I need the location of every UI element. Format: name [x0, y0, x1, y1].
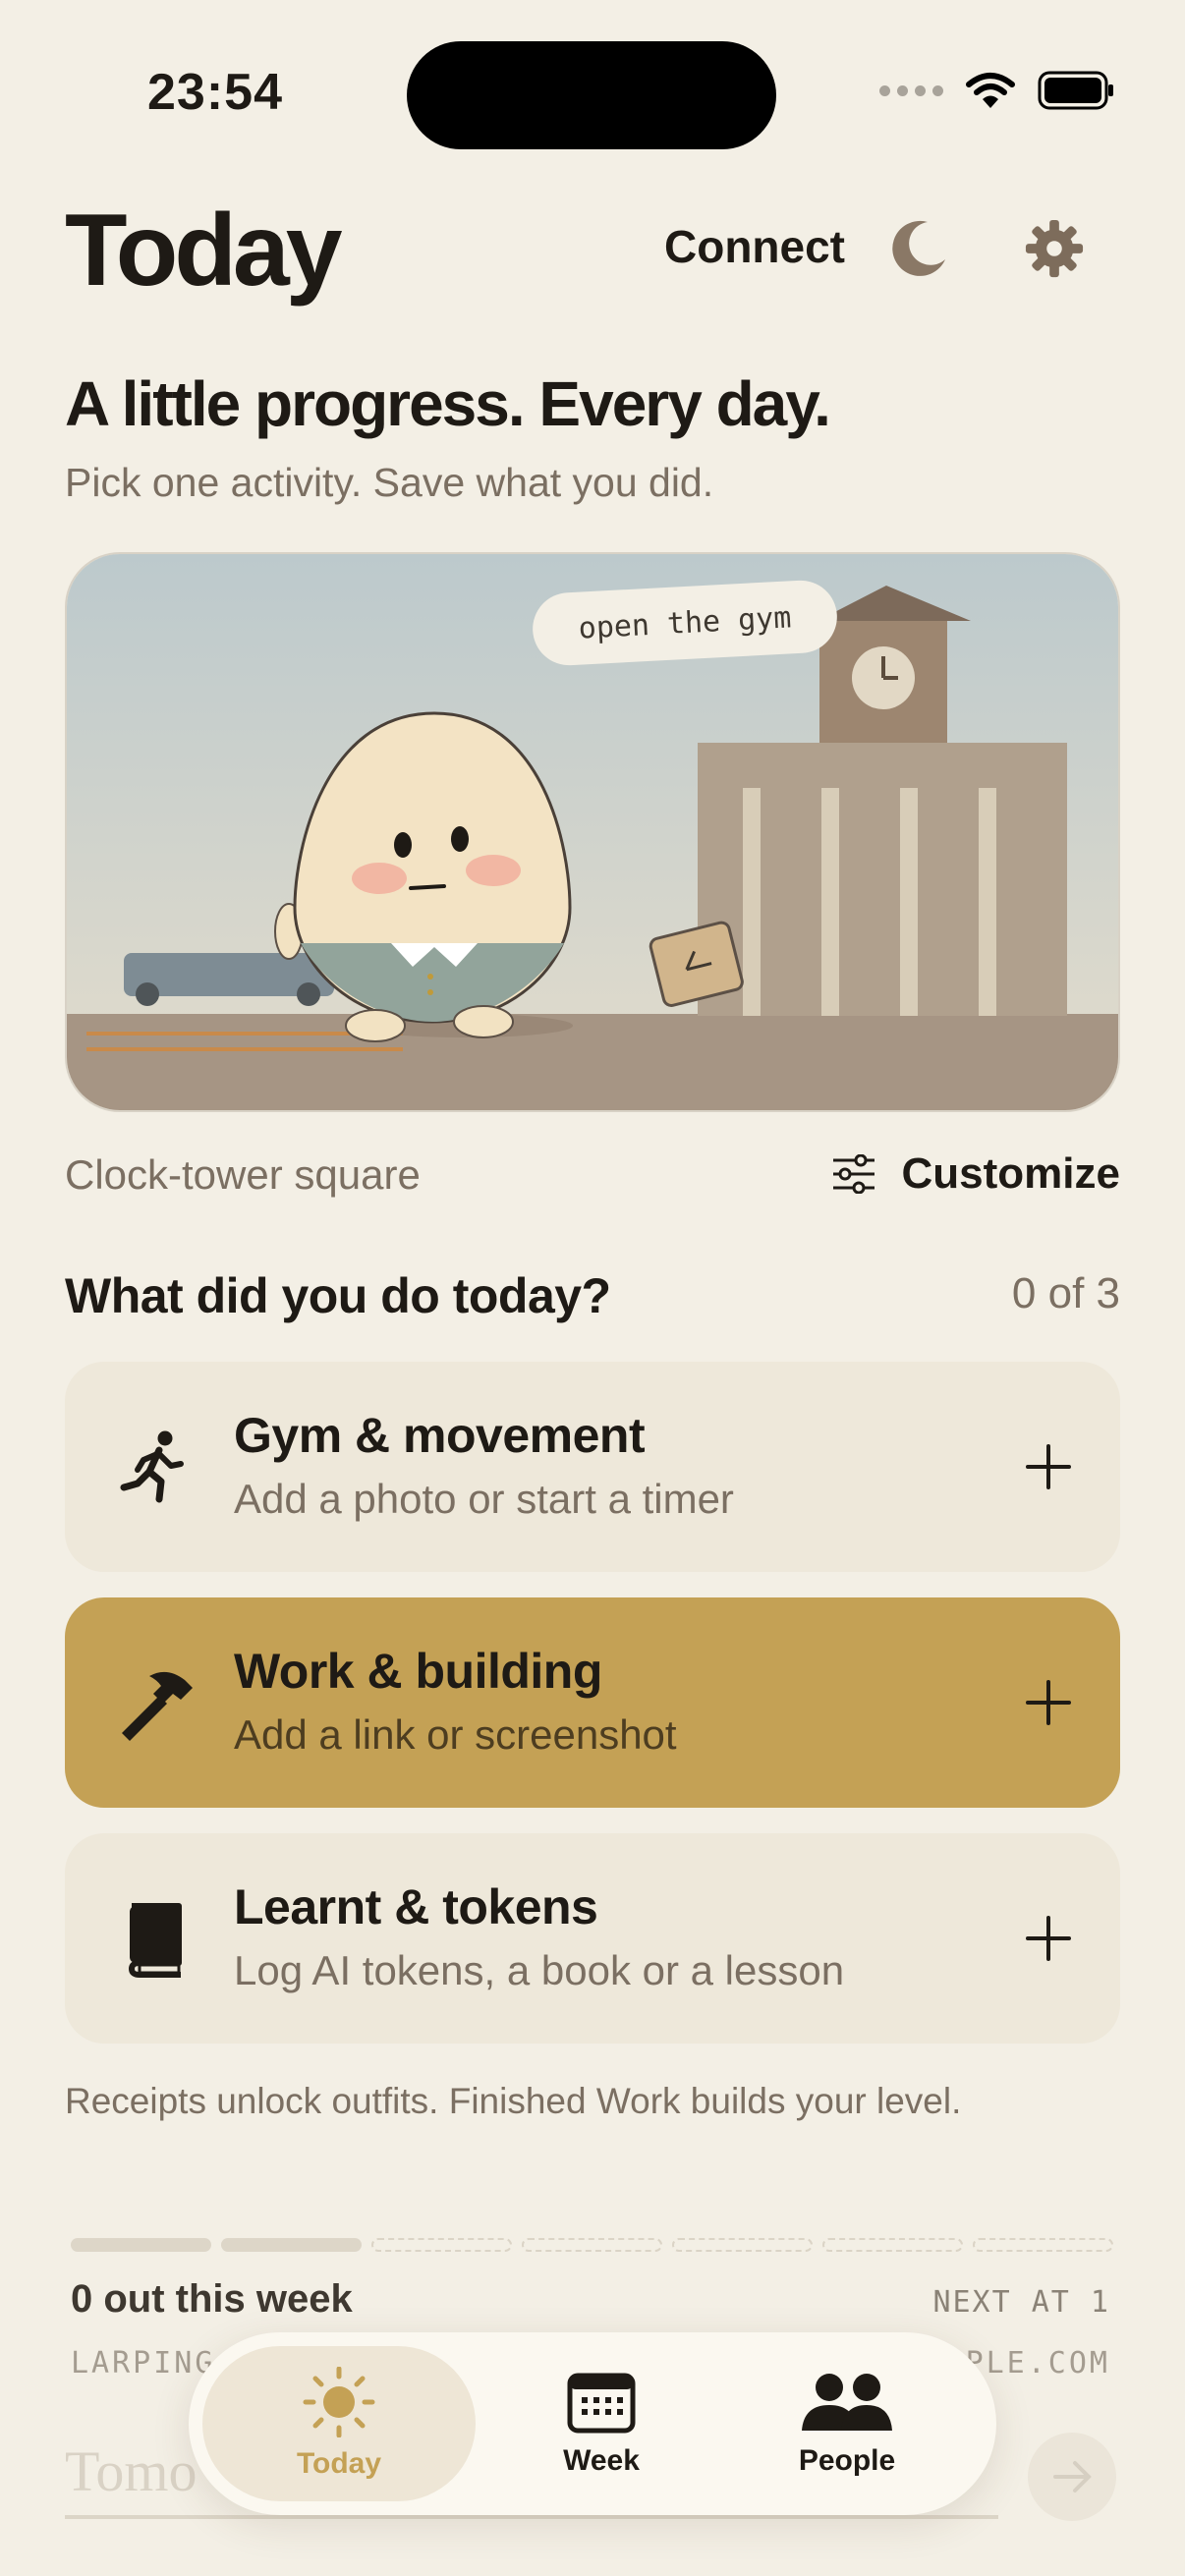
status-time: 23:54 — [147, 64, 283, 121]
gear-icon[interactable] — [1024, 218, 1085, 279]
progress-segment — [522, 2238, 662, 2252]
sliders-icon — [832, 1154, 875, 1194]
tab-label: Week — [563, 2444, 640, 2477]
plus-icon[interactable] — [1022, 1440, 1075, 1493]
activity-title: Work & building — [234, 1644, 602, 1699]
receipts-note: Receipts unlock outfits. Finished Work b… — [65, 2081, 962, 2121]
activity-title: Learnt & tokens — [234, 1879, 598, 1934]
activities-count: 0 of 3 — [1011, 1269, 1120, 1317]
activity-title: Gym & movement — [234, 1408, 646, 1463]
speech-text: open the gym — [577, 599, 793, 646]
arrow-right-icon — [1053, 2461, 1092, 2492]
battery-icon — [1038, 71, 1113, 110]
activities-question: What did you do today? — [65, 1268, 611, 1323]
progress-segment — [221, 2238, 362, 2252]
progress-segment — [822, 2238, 963, 2252]
moon-icon[interactable] — [888, 216, 951, 279]
signal-dots-icon — [879, 84, 943, 96]
page-title: Today — [65, 194, 343, 308]
customize-button[interactable]: Customize — [831, 1149, 1120, 1199]
out-this-week: 0 out this week — [71, 2277, 353, 2321]
progress-segment — [371, 2238, 512, 2252]
people-icon — [802, 2374, 892, 2431]
connect-button[interactable]: Connect — [664, 220, 845, 273]
activity-card-gym[interactable]: Gym & movement Add a photo or start a ti… — [65, 1362, 1120, 1572]
larping-label: LARPING — [71, 2346, 216, 2380]
activity-card-learnt[interactable]: Learnt & tokens Log AI tokens, a book or… — [65, 1833, 1120, 2044]
next-at-label: NEXT AT 1 — [932, 2285, 1110, 2320]
calendar-icon — [567, 2373, 636, 2434]
plus-icon[interactable] — [1022, 1912, 1075, 1965]
progress-segment — [71, 2238, 211, 2252]
tomorrow-underline — [65, 2515, 998, 2519]
hammer-icon — [122, 1671, 193, 1741]
book-icon — [129, 1903, 182, 1978]
plus-icon[interactable] — [1022, 1676, 1075, 1729]
running-icon — [120, 1430, 184, 1503]
headline: A little progress. Every day. — [65, 368, 831, 439]
sun-icon — [303, 2367, 375, 2437]
tab-bar: Today Week People — [189, 2332, 996, 2515]
week-progress-bar — [71, 2238, 1113, 2252]
activity-subtitle: Add a link or screenshot — [234, 1711, 677, 1758]
tab-label: People — [798, 2444, 896, 2477]
status-icons — [879, 71, 1116, 110]
subline: Pick one activity. Save what you did. — [65, 460, 714, 505]
progress-segment — [973, 2238, 1113, 2252]
tab-people[interactable]: People — [749, 2346, 945, 2501]
location-label: Clock-tower square — [65, 1151, 421, 1198]
wifi-icon — [966, 73, 1015, 108]
activity-card-work[interactable]: Work & building Add a link or screenshot — [65, 1597, 1120, 1808]
tomorrow-input[interactable]: Tomo — [65, 2438, 198, 2504]
tab-today[interactable]: Today — [202, 2346, 476, 2501]
activity-subtitle: Add a photo or start a timer — [234, 1476, 734, 1522]
activity-subtitle: Log AI tokens, a book or a lesson — [234, 1947, 845, 1993]
progress-segment — [672, 2238, 813, 2252]
larping-url: PLE.COM — [965, 2346, 1110, 2380]
dynamic-island — [407, 41, 776, 149]
tab-week[interactable]: Week — [513, 2346, 690, 2501]
submit-arrow-button[interactable] — [1028, 2433, 1116, 2521]
customize-label: Customize — [901, 1149, 1120, 1198]
speech-bubble: open the gym — [529, 577, 841, 669]
tab-label: Today — [296, 2447, 382, 2480]
